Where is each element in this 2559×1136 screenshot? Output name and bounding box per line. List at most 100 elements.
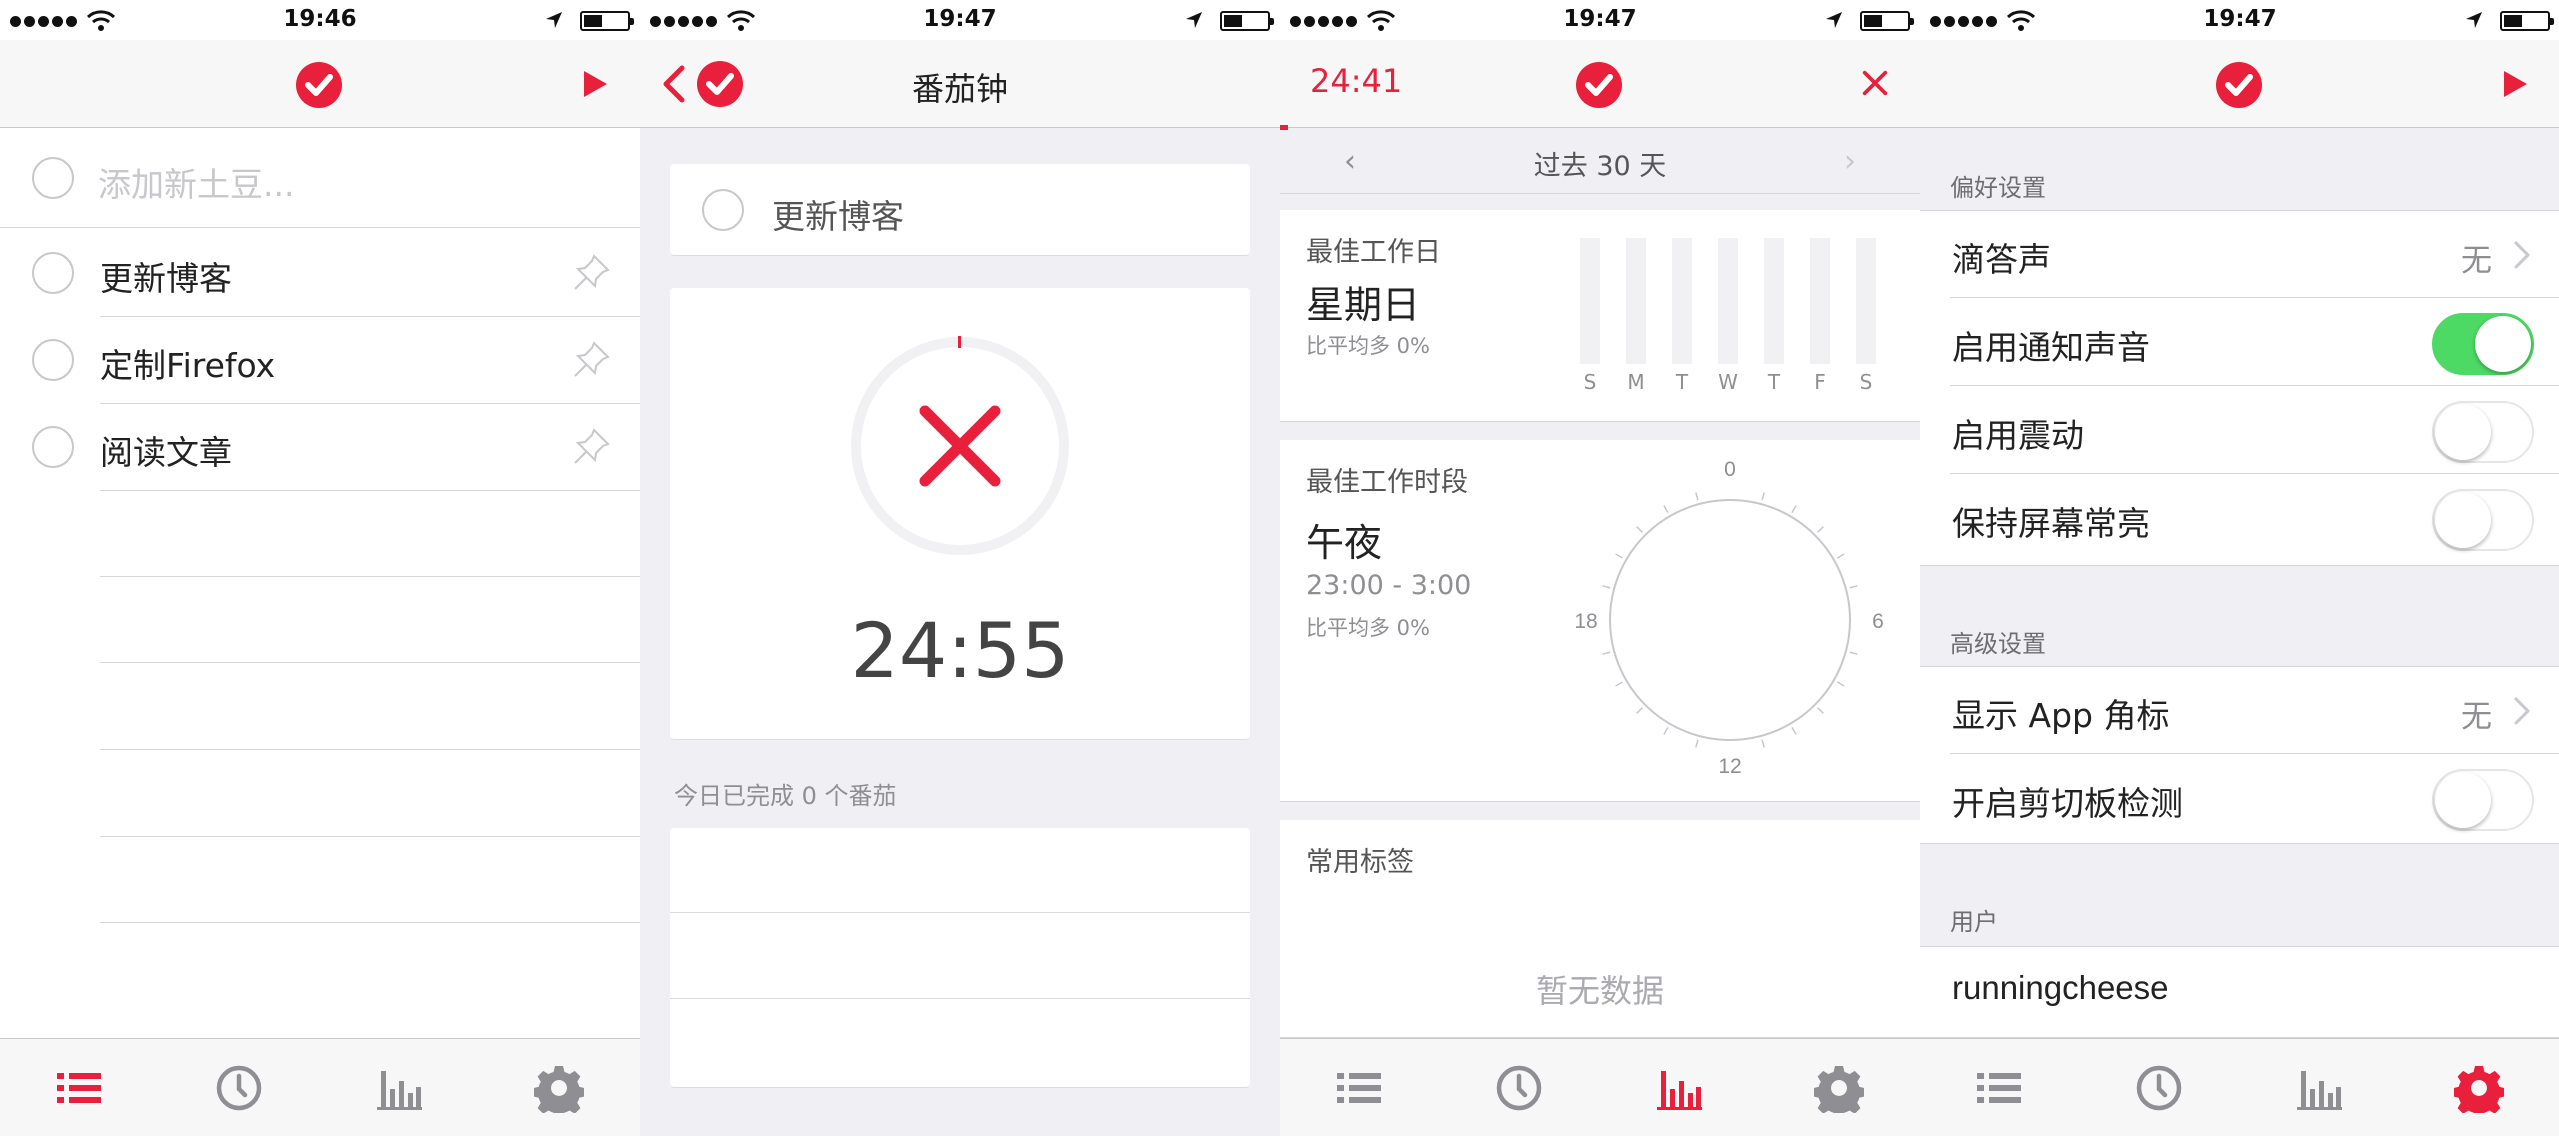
- section-header: 偏好设置: [1950, 174, 2046, 202]
- list-item[interactable]: 定制Firefox: [0, 317, 640, 404]
- battery-icon: [580, 11, 634, 31]
- day-label: F: [1814, 370, 1826, 394]
- list-icon[interactable]: [54, 1063, 104, 1113]
- clock-tick: [1663, 727, 1669, 735]
- check-circle-icon: [295, 61, 343, 109]
- day-label: M: [1627, 370, 1645, 394]
- task-checkbox[interactable]: [32, 339, 74, 381]
- day-label: T: [1767, 370, 1781, 394]
- divider: [100, 662, 640, 663]
- task-label: 定制Firefox: [100, 346, 276, 385]
- task-checkbox[interactable]: [702, 189, 744, 231]
- clock-icon[interactable]: [2134, 1063, 2184, 1113]
- row-label: 启用通知声音: [1952, 328, 2150, 367]
- clock-tick: [1837, 681, 1845, 687]
- clock-tick: [1761, 492, 1765, 501]
- best-period-compare: 比平均多 0%: [1306, 616, 1430, 640]
- settings-row-username[interactable]: runningcheese: [1920, 947, 2559, 1034]
- row-label: 保持屏幕常亮: [1952, 504, 2150, 543]
- list-icon[interactable]: [1974, 1063, 2024, 1113]
- tab-bar: [0, 1038, 640, 1136]
- pin-icon[interactable]: [570, 250, 614, 294]
- play-icon[interactable]: [578, 68, 610, 100]
- username: runningcheese: [1952, 969, 2169, 1006]
- settings-row-badge[interactable]: 显示 App 角标 无: [1920, 667, 2559, 754]
- row-value: 无: [2461, 243, 2492, 279]
- settings-row-tick-sound[interactable]: 滴答声 无: [1920, 211, 2559, 298]
- vibrate-toggle[interactable]: [2432, 401, 2534, 463]
- stats-icon[interactable]: [1654, 1063, 1704, 1113]
- section-header: 用户: [1950, 908, 1998, 936]
- play-icon[interactable]: [2498, 68, 2530, 100]
- gear-icon[interactable]: [2454, 1063, 2504, 1113]
- day-bar: [1856, 238, 1876, 364]
- date-range-bar: ‹ 过去 30 天 ›: [1280, 128, 1920, 194]
- battery-icon: [1220, 11, 1274, 31]
- clock-label-bottom: 12: [1718, 755, 1741, 778]
- pin-icon[interactable]: [570, 424, 614, 468]
- settings-row-clipboard: 开启剪切板检测: [1920, 755, 2559, 842]
- clock-icon[interactable]: [1494, 1063, 1544, 1113]
- clock-tick: [1602, 651, 1611, 655]
- clock-tick: [1791, 727, 1797, 735]
- prefs-group: 滴答声 无 启用通知声音 启用震动 保持屏幕常亮: [1920, 210, 2559, 566]
- row-label: 滴答声: [1952, 240, 2051, 279]
- task-checkbox[interactable]: [32, 252, 74, 294]
- task-checkbox[interactable]: [32, 426, 74, 468]
- pin-icon[interactable]: [570, 337, 614, 381]
- row-label: 开启剪切板检测: [1952, 784, 2183, 823]
- clipboard-toggle[interactable]: [2432, 769, 2534, 831]
- current-task-card[interactable]: 更新博客: [670, 164, 1250, 256]
- task-label: 更新博客: [100, 259, 232, 298]
- location-icon: [2464, 10, 2484, 30]
- clock-tick: [1837, 553, 1845, 559]
- chevron-right-icon[interactable]: ›: [1844, 144, 1856, 179]
- row-value: 无: [2461, 699, 2492, 735]
- done-count-text: 今日已完成 0 个番茄: [674, 782, 897, 810]
- empty-state-text: 暂无数据: [1535, 972, 1664, 1010]
- clock-tick: [1636, 707, 1643, 714]
- tags-card: 常用标签 暂无数据: [1280, 820, 1920, 1038]
- clock-icon[interactable]: [214, 1063, 264, 1113]
- add-task-input[interactable]: 添加新土豆...: [0, 128, 640, 228]
- clock-tick: [1615, 553, 1623, 559]
- status-bar: 19:47: [1920, 0, 2559, 40]
- notify-sound-toggle[interactable]: [2432, 313, 2534, 375]
- best-day-value: 星期日: [1306, 283, 1421, 327]
- screen-pomodoro: 19:47 番茄钟 更新博客 24:55 今日已完成 0 个番茄: [640, 0, 1280, 1136]
- list-icon[interactable]: [1334, 1063, 1384, 1113]
- running-timer[interactable]: 24:41: [1310, 62, 1402, 100]
- divider: [100, 922, 640, 923]
- location-icon: [1824, 10, 1844, 30]
- row-label: 显示 App 角标: [1952, 696, 2170, 735]
- day-label: S: [1583, 370, 1597, 394]
- clock-tick: [1849, 585, 1858, 589]
- timer-ring: [851, 336, 1069, 555]
- task-checkbox[interactable]: [32, 157, 74, 199]
- settings-row-vibrate: 启用震动: [1920, 387, 2559, 474]
- clock-label-top: 0: [1724, 460, 1736, 481]
- stats-icon[interactable]: [2294, 1063, 2344, 1113]
- stats-icon[interactable]: [374, 1063, 424, 1113]
- timer-card: 24:55: [670, 288, 1250, 740]
- best-period-card: 最佳工作时段 午夜 23:00 - 3:00 比平均多 0% 0 6 12 18: [1280, 440, 1920, 802]
- history-list: [670, 828, 1250, 1088]
- divider: [1950, 473, 2559, 474]
- settings-row-notify-sound: 启用通知声音: [1920, 299, 2559, 386]
- task-label: 更新博客: [772, 197, 904, 236]
- gear-icon[interactable]: [534, 1063, 584, 1113]
- check-circle-icon: [2215, 61, 2263, 109]
- best-period-time: 23:00 - 3:00: [1306, 570, 1472, 601]
- list-item[interactable]: 更新博客: [0, 230, 640, 317]
- chevron-right-icon: [2512, 239, 2532, 271]
- clock-chart: 0 6 12 18: [1574, 460, 1884, 778]
- close-icon[interactable]: [1860, 68, 1890, 98]
- clock-tick: [1761, 739, 1765, 748]
- clock-label-left: 18: [1574, 610, 1597, 633]
- gear-icon[interactable]: [1814, 1063, 1864, 1113]
- nav-bar: 番茄钟: [640, 40, 1280, 128]
- day-bar: [1718, 238, 1738, 364]
- list-item[interactable]: 阅读文章: [0, 404, 640, 491]
- clock-tick: [1695, 739, 1699, 748]
- keep-awake-toggle[interactable]: [2432, 489, 2534, 551]
